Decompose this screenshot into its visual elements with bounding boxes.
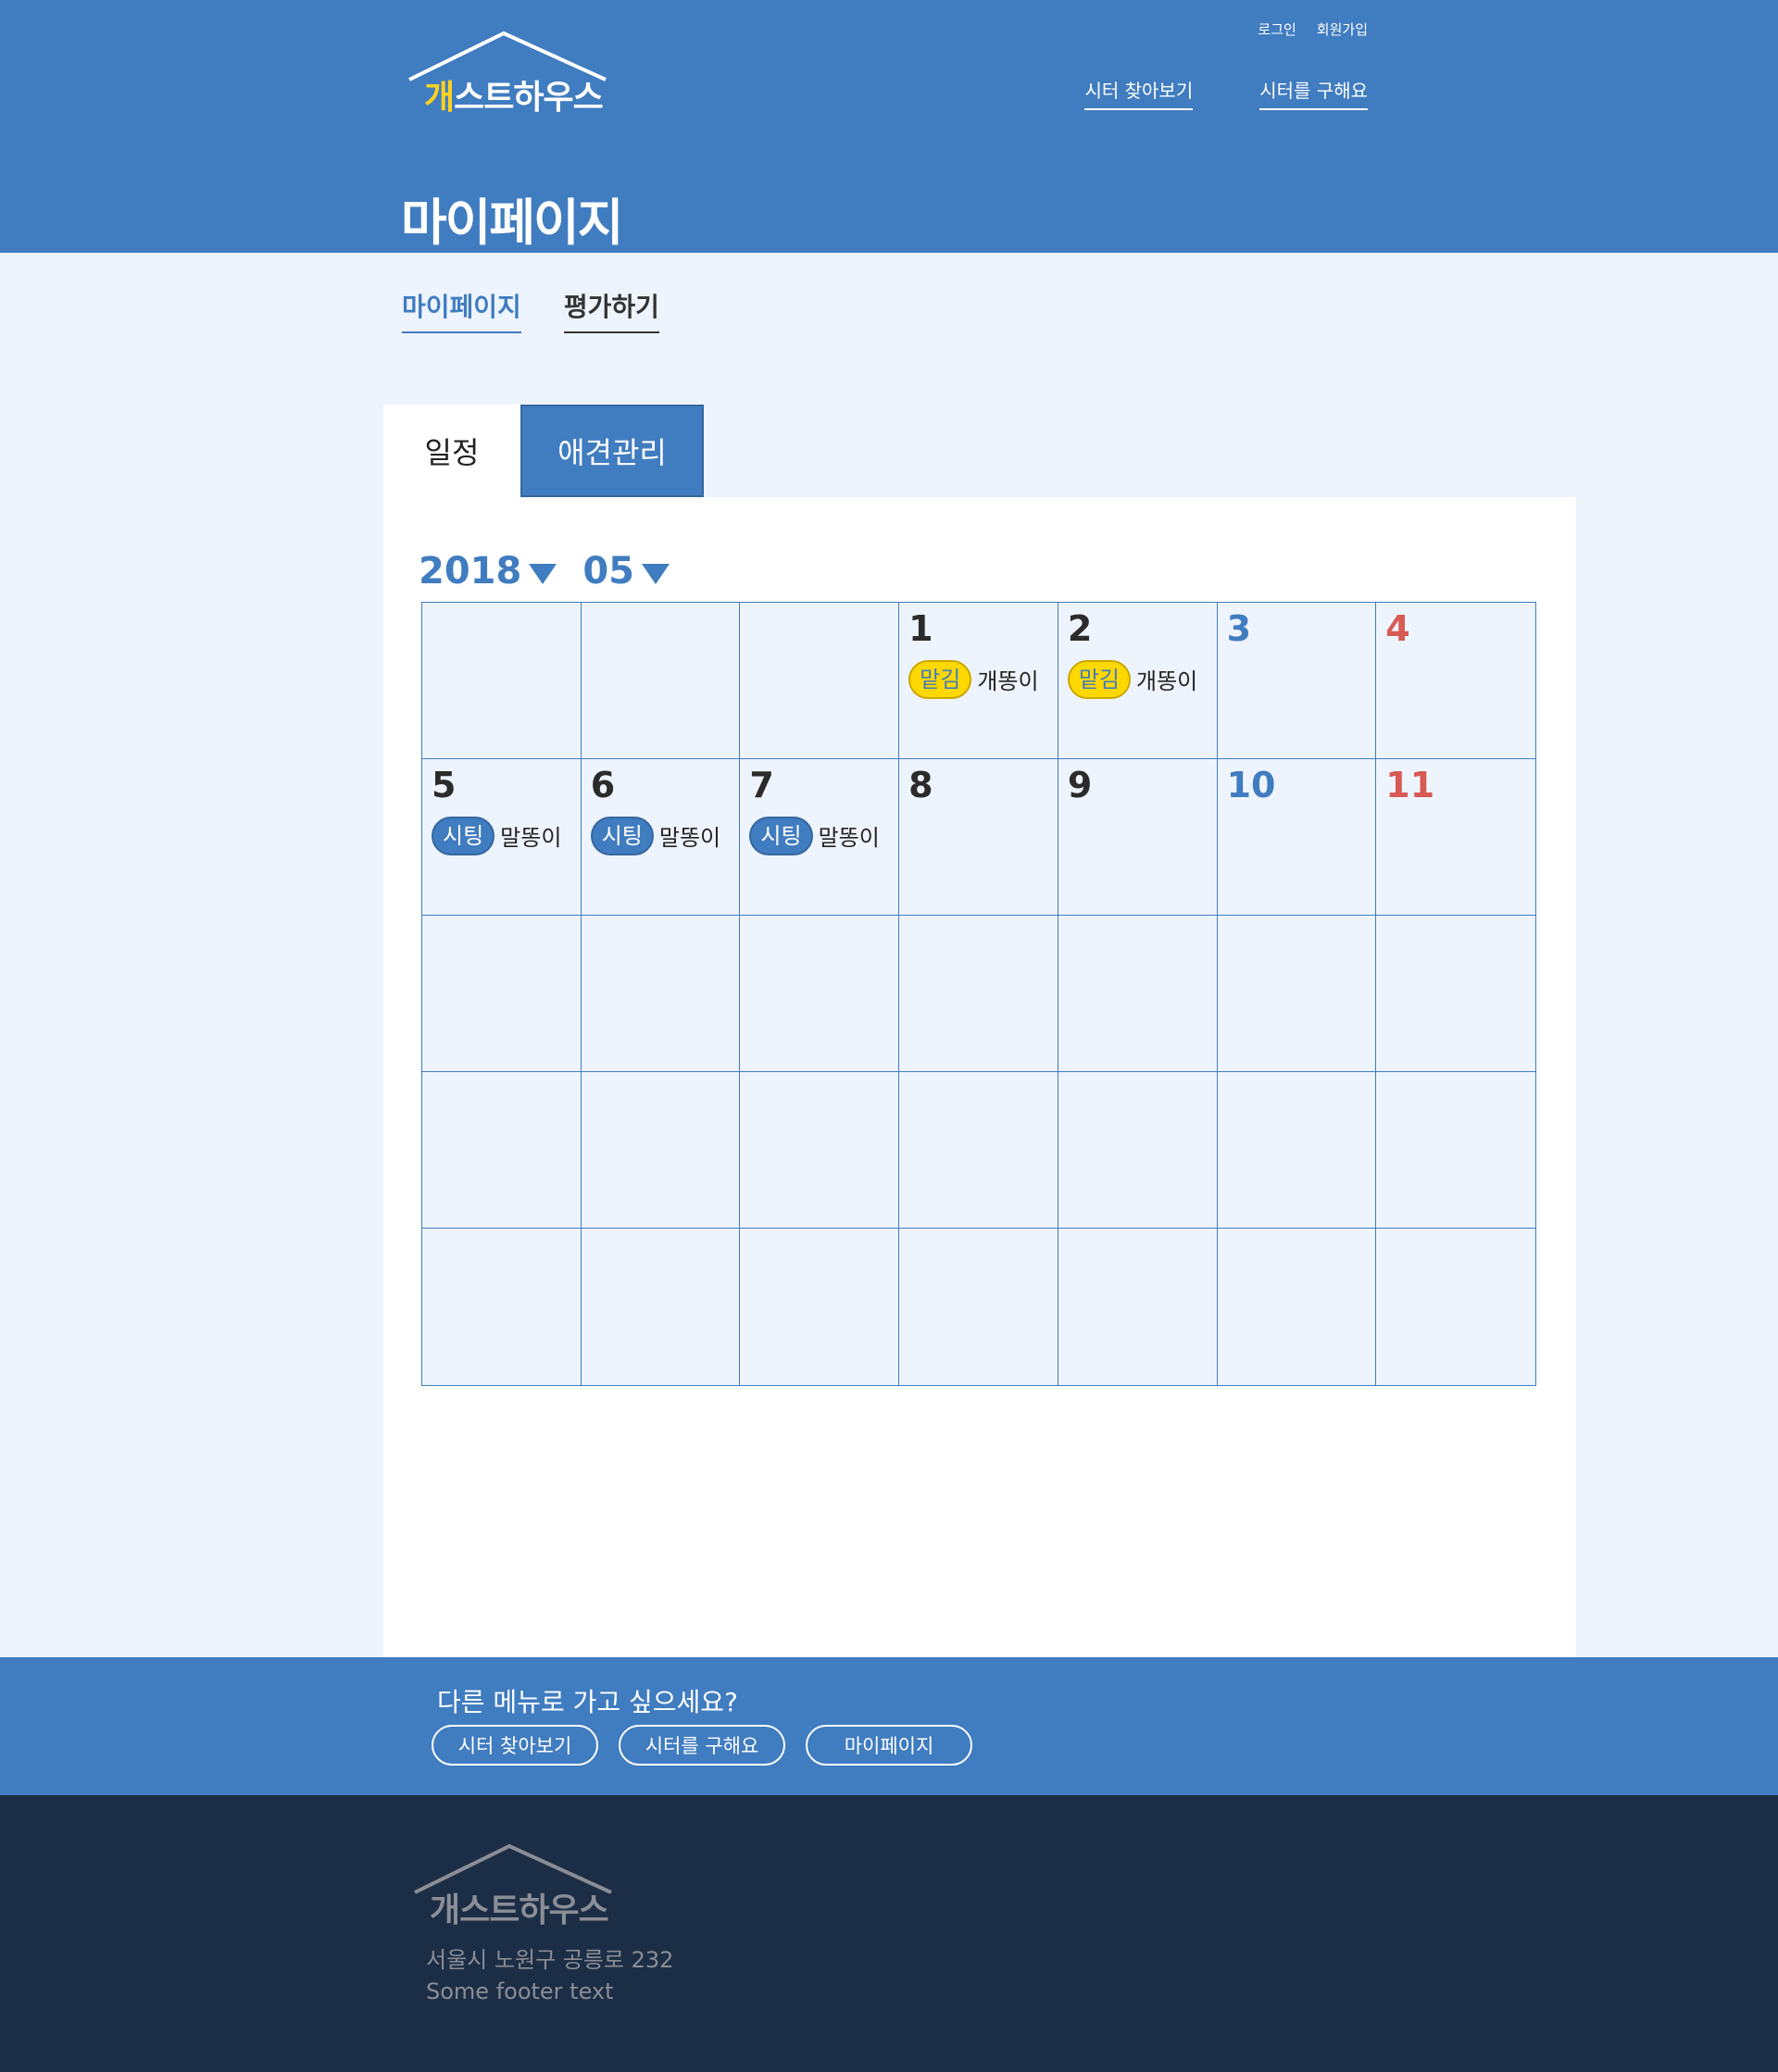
calendar-cell[interactable] <box>899 1072 1058 1229</box>
site-logo[interactable]: 개스트하우스 <box>406 30 609 117</box>
calendar-day-number: 10 <box>1226 765 1276 805</box>
calendar-cell[interactable] <box>1058 1072 1218 1229</box>
event-pet-name: 개똥이 <box>977 668 1039 695</box>
logo-text: 개스트하우스 <box>424 79 604 117</box>
calendar-event[interactable]: 시팅 말똥이 <box>432 816 571 855</box>
calendar-cell[interactable] <box>899 1229 1058 1385</box>
main-nav: 시터 찾아보기 시터를 구해요 <box>1084 76 1368 110</box>
calendar-event[interactable]: 시팅 말똥이 <box>749 816 889 855</box>
calendar-day-number: 9 <box>1067 765 1093 805</box>
event-pet-name: 말똥이 <box>818 825 880 852</box>
quick-menu-buttons: 시터 찾아보기 시터를 구해요 마이페이지 <box>432 1725 972 1766</box>
calendar-cell[interactable]: 6 시팅 말똥이 <box>581 759 741 916</box>
footer-logo-text: 개스트하우스 <box>430 1891 609 1929</box>
calendar-cell[interactable]: 1 맡김 개똥이 <box>899 603 1058 759</box>
caret-down-icon <box>642 564 670 584</box>
header: 개스트하우스 로그인 회원가입 시터 찾아보기 시터를 구해요 마이페이지 <box>0 0 1778 253</box>
login-link[interactable]: 로그인 <box>1258 19 1296 39</box>
calendar-grid: 1 맡김 개똥이 2 맡김 개똥이 3 4 5 시팅 말똥이 6 시팅 말똥이 7 시팅 말똥이 8 9 10 11 <box>421 602 1536 1386</box>
footer-address: 서울시 노원구 공릉로 232 <box>426 1947 674 1973</box>
page-title: 마이페이지 <box>401 193 623 252</box>
calendar-day-number: 7 <box>749 765 774 805</box>
calendar-event[interactable]: 맡김 개똥이 <box>1067 659 1208 699</box>
calendar-day-number: 3 <box>1226 608 1252 649</box>
calendar-cell[interactable] <box>740 916 900 1072</box>
event-type-badge: 시팅 <box>749 816 813 855</box>
caret-down-icon <box>529 564 557 584</box>
signup-link[interactable]: 회원가입 <box>1317 19 1368 39</box>
footer-text: Some footer text <box>426 1978 614 2004</box>
calendar-cell[interactable]: 2 맡김 개똥이 <box>1058 603 1218 759</box>
footer-logo: 개스트하우스 <box>411 1842 615 1929</box>
year-value: 2018 <box>419 550 522 593</box>
calendar-cell[interactable] <box>1058 916 1218 1072</box>
calendar-event[interactable]: 맡김 개똥이 <box>908 659 1048 699</box>
quick-menu-question: 다른 메뉴로 가고 싶으세요? <box>437 1687 738 1717</box>
calendar-cell[interactable] <box>422 916 582 1072</box>
tab-schedule[interactable]: 일정 <box>383 405 520 497</box>
quick-mypage-button[interactable]: 마이페이지 <box>806 1725 972 1766</box>
calendar-cell[interactable] <box>581 916 741 1072</box>
calendar-day-number: 6 <box>590 765 616 805</box>
calendar-cell[interactable] <box>422 603 582 759</box>
calendar-day-number: 5 <box>432 765 457 805</box>
event-type-badge: 시팅 <box>590 816 654 855</box>
footer <box>0 1795 1778 2072</box>
event-pet-name: 말똥이 <box>658 825 721 852</box>
calendar-cell[interactable] <box>581 1072 741 1229</box>
calendar-cell[interactable] <box>1217 916 1377 1072</box>
calendar-cell[interactable]: 9 <box>1058 759 1218 916</box>
event-pet-name: 개똥이 <box>1136 668 1198 695</box>
calendar-day-number: 11 <box>1385 765 1435 805</box>
calendar-cell[interactable] <box>1217 1072 1377 1229</box>
calendar-day-number: 1 <box>908 608 933 649</box>
calendar-cell[interactable]: 7 시팅 말똥이 <box>740 759 900 916</box>
calendar-cell[interactable] <box>422 1229 582 1385</box>
subnav-review[interactable]: 평가하기 <box>563 287 659 333</box>
top-links: 로그인 회원가입 <box>1258 19 1368 39</box>
calendar-event[interactable]: 시팅 말똥이 <box>590 816 731 855</box>
year-month-selector: 2018 05 <box>419 550 670 593</box>
calendar-cell[interactable] <box>422 1072 582 1229</box>
calendar-cell[interactable]: 11 <box>1376 759 1535 916</box>
year-select[interactable]: 2018 <box>419 550 557 593</box>
event-type-badge: 시팅 <box>432 816 495 855</box>
calendar-cell[interactable]: 10 <box>1217 759 1377 916</box>
month-value: 05 <box>582 550 634 593</box>
month-select[interactable]: 05 <box>582 550 670 593</box>
calendar-cell[interactable] <box>1058 1229 1218 1385</box>
sub-nav: 마이페이지 평가하기 <box>402 287 659 333</box>
calendar-cell[interactable] <box>899 916 1058 1072</box>
calendar-cell[interactable]: 3 <box>1217 603 1377 759</box>
calendar-cell[interactable]: 5 시팅 말똥이 <box>422 759 582 916</box>
nav-need-sitter[interactable]: 시터를 구해요 <box>1259 76 1368 110</box>
quick-need-sitter-button[interactable]: 시터를 구해요 <box>619 1725 785 1766</box>
calendar-day-number: 8 <box>908 765 933 805</box>
calendar-cell[interactable] <box>582 1229 741 1385</box>
calendar-cell[interactable] <box>1376 1229 1535 1385</box>
footer-info: 서울시 노원구 공릉로 232 Some footer text <box>426 1944 673 2007</box>
tab-pet-management[interactable]: 애견관리 <box>520 405 704 497</box>
calendar-cell[interactable] <box>1218 1229 1377 1385</box>
calendar-cell[interactable] <box>740 1072 900 1229</box>
calendar-cell[interactable] <box>581 603 741 759</box>
calendar-cell[interactable] <box>1376 1072 1535 1229</box>
calendar-cell[interactable] <box>740 1229 900 1385</box>
calendar-cell[interactable]: 4 <box>1376 603 1535 759</box>
subnav-mypage[interactable]: 마이페이지 <box>402 287 521 333</box>
event-pet-name: 말똥이 <box>500 825 562 852</box>
event-type-badge: 맡김 <box>1067 659 1132 699</box>
calendar-day-number: 4 <box>1385 608 1410 649</box>
quick-find-sitter-button[interactable]: 시터 찾아보기 <box>432 1725 598 1766</box>
calendar-day-number: 2 <box>1067 608 1093 649</box>
calendar-cell[interactable] <box>1376 916 1535 1072</box>
calendar-cell[interactable] <box>740 603 900 759</box>
event-type-badge: 맡김 <box>908 659 972 699</box>
calendar-cell[interactable]: 8 <box>899 759 1058 916</box>
nav-find-sitter[interactable]: 시터 찾아보기 <box>1084 76 1194 110</box>
